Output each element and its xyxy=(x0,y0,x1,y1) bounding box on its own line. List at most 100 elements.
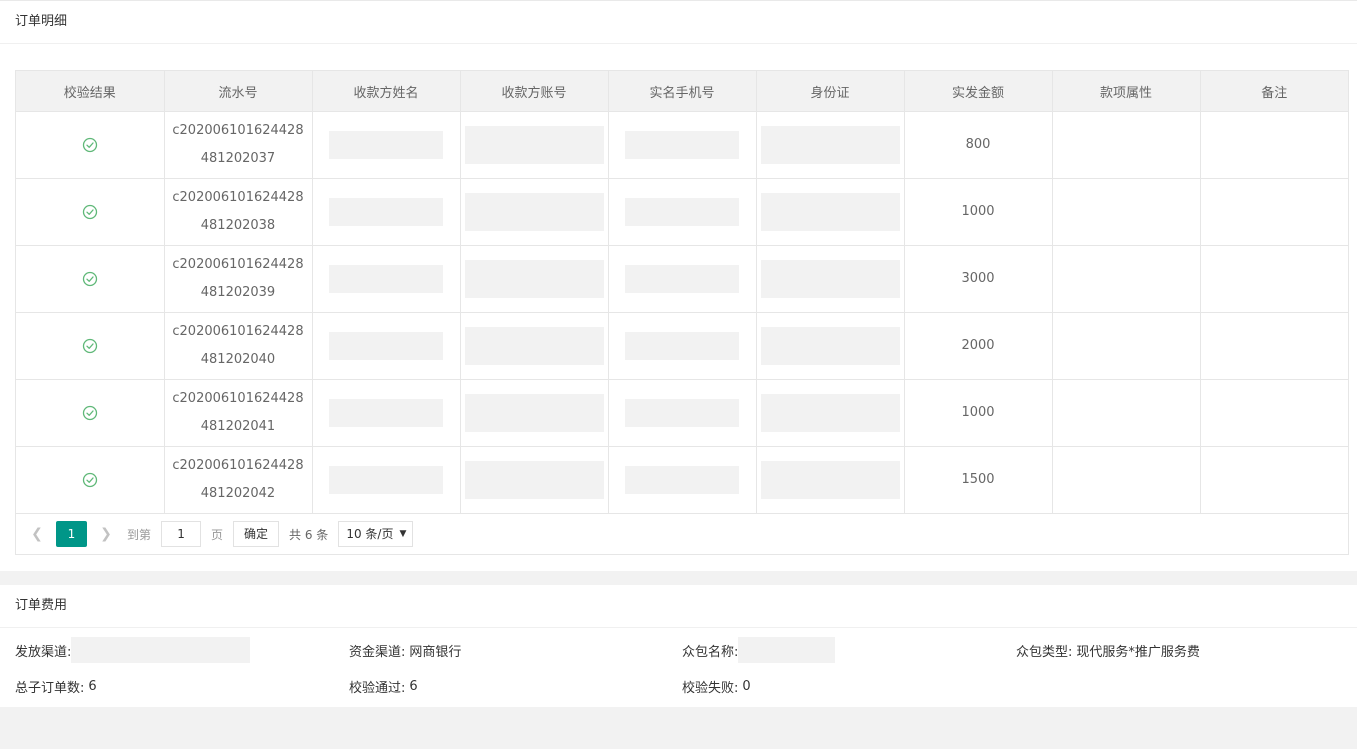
masked-value xyxy=(760,394,900,432)
total-suborders-field: 总子订单数: 6 xyxy=(15,673,97,699)
masked-value xyxy=(625,131,739,159)
payment-type-cell xyxy=(1052,178,1201,246)
masked-value xyxy=(760,126,900,164)
masked-value xyxy=(464,193,604,231)
order-detail-table-wrap: 校验结果 流水号 收款方姓名 收款方账号 实名手机号 身份证 实发金额 款项属性… xyxy=(15,70,1349,555)
total-suborders-label: 总子订单数: xyxy=(15,680,85,696)
col-payee-name: 收款方姓名 xyxy=(312,71,461,112)
goto-label: 到第 xyxy=(127,527,152,542)
payment-type-cell xyxy=(1052,379,1201,447)
phone-cell xyxy=(608,312,757,380)
payee-name-cell xyxy=(312,446,461,514)
masked-value xyxy=(329,399,443,427)
id-card-cell xyxy=(756,245,905,313)
order-detail-title: 订单明细 xyxy=(0,1,1357,44)
col-serial-no: 流水号 xyxy=(164,71,313,112)
payout-channel-masked xyxy=(71,637,251,663)
verify-result-cell xyxy=(16,379,165,447)
verify-pass-label: 校验通过: xyxy=(349,680,406,696)
check-circle-icon xyxy=(82,405,97,420)
col-remark: 备注 xyxy=(1200,71,1348,112)
page-number-current[interactable]: 1 xyxy=(56,521,87,547)
masked-value xyxy=(329,332,443,360)
col-id-card: 身份证 xyxy=(756,71,905,112)
payee-name-cell xyxy=(312,312,461,380)
amount-cell: 1500 xyxy=(904,446,1053,514)
payment-type-cell xyxy=(1052,312,1201,380)
remark-cell xyxy=(1200,245,1348,313)
check-circle-icon xyxy=(82,472,97,487)
payee-account-cell xyxy=(460,446,609,514)
remark-cell xyxy=(1200,446,1348,514)
masked-value xyxy=(464,260,604,298)
masked-value xyxy=(760,260,900,298)
table-row: c202006101624428481202041 1000 xyxy=(16,379,1348,447)
crowd-type-value: 现代服务*推广服务费 xyxy=(1076,644,1200,660)
verify-result-cell xyxy=(16,312,165,380)
table-row: c202006101624428481202040 2000 xyxy=(16,312,1348,380)
verify-fail-label: 校验失败: xyxy=(682,680,739,696)
col-phone: 实名手机号 xyxy=(608,71,757,112)
id-card-cell xyxy=(756,178,905,246)
masked-value xyxy=(625,198,739,226)
masked-value xyxy=(464,327,604,365)
amount-cell: 1000 xyxy=(904,379,1053,447)
col-payee-account: 收款方账号 xyxy=(460,71,609,112)
order-detail-table: 校验结果 流水号 收款方姓名 收款方账号 实名手机号 身份证 实发金额 款项属性… xyxy=(16,71,1348,514)
page-jump-input[interactable]: 1 xyxy=(161,521,202,547)
page-size-select[interactable]: 10 条/页 ▼ xyxy=(338,521,414,547)
amount-cell: 800 xyxy=(904,111,1053,179)
masked-value xyxy=(464,126,604,164)
check-circle-icon xyxy=(82,204,97,219)
total-count: 共 6 条 xyxy=(289,527,329,542)
payee-account-cell xyxy=(460,111,609,179)
table-row: c202006101624428481202039 3000 xyxy=(16,245,1348,313)
table-header-row: 校验结果 流水号 收款方姓名 收款方账号 实名手机号 身份证 实发金额 款项属性… xyxy=(16,71,1348,112)
payment-type-cell xyxy=(1052,111,1201,179)
verify-result-cell xyxy=(16,245,165,313)
prev-page-icon[interactable]: ❮ xyxy=(26,521,48,547)
pagination: ❮ 1 ❯ 到第 1 页 确定 共 6 条 10 条/页 ▼ xyxy=(16,514,1348,554)
payee-account-cell xyxy=(460,312,609,380)
masked-value xyxy=(760,461,900,499)
amount-cell: 2000 xyxy=(904,312,1053,380)
col-verify-result: 校验结果 xyxy=(16,71,165,112)
masked-value xyxy=(329,131,443,159)
id-card-cell xyxy=(756,312,905,380)
masked-value xyxy=(760,193,900,231)
serial-no-cell: c202006101624428481202042 xyxy=(164,446,313,514)
payee-name-cell xyxy=(312,245,461,313)
masked-value xyxy=(625,265,739,293)
serial-no-cell: c202006101624428481202037 xyxy=(164,111,313,179)
col-payment-type: 款项属性 xyxy=(1052,71,1201,112)
payee-name-cell xyxy=(312,178,461,246)
payee-account-cell xyxy=(460,379,609,447)
remark-cell xyxy=(1200,379,1348,447)
fund-channel-value: 网商银行 xyxy=(409,644,462,660)
masked-value xyxy=(464,394,604,432)
check-circle-icon xyxy=(82,271,97,286)
serial-no-cell: c202006101624428481202041 xyxy=(164,379,313,447)
verify-pass-value: 6 xyxy=(409,678,418,694)
crowd-name-field: 众包名称: xyxy=(682,637,836,663)
fund-channel-label: 资金渠道: xyxy=(349,644,406,660)
amount-cell: 3000 xyxy=(904,245,1053,313)
check-circle-icon xyxy=(82,137,97,152)
phone-cell xyxy=(608,245,757,313)
verify-result-cell xyxy=(16,446,165,514)
serial-no-cell: c202006101624428481202039 xyxy=(164,245,313,313)
verify-fail-value: 0 xyxy=(742,678,751,694)
masked-value xyxy=(464,461,604,499)
confirm-page-button[interactable]: 确定 xyxy=(233,521,280,547)
crowd-name-masked xyxy=(738,637,836,663)
masked-value xyxy=(625,466,739,494)
masked-value xyxy=(760,327,900,365)
masked-value xyxy=(329,265,443,293)
payee-account-cell xyxy=(460,178,609,246)
next-page-icon[interactable]: ❯ xyxy=(95,521,117,547)
payee-account-cell xyxy=(460,245,609,313)
payee-name-cell xyxy=(312,111,461,179)
verify-pass-field: 校验通过: 6 xyxy=(349,673,418,699)
phone-cell xyxy=(608,111,757,179)
verify-result-cell xyxy=(16,178,165,246)
